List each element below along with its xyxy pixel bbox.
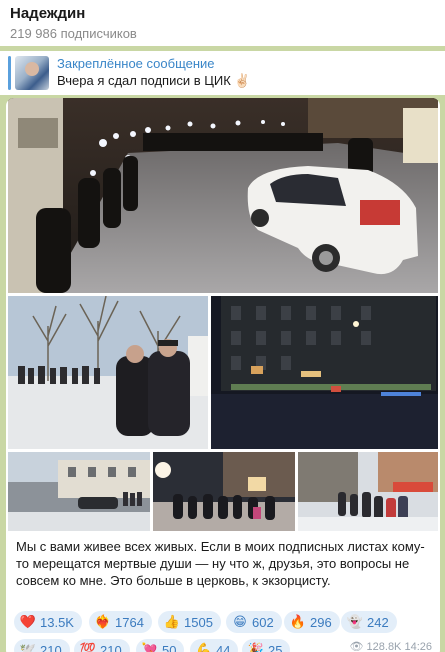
reaction-biceps[interactable]: 💪 44 xyxy=(190,639,239,652)
reaction-fire[interactable]: 🔥 296 xyxy=(284,611,340,633)
hundred-points-icon: 💯 xyxy=(79,642,97,652)
reaction-count: 1505 xyxy=(184,614,213,630)
heart-on-fire-icon: ❤️‍🔥 xyxy=(94,614,112,629)
post-photo-4[interactable] xyxy=(8,452,150,531)
subscriber-count: 219 986 подписчиков xyxy=(10,26,137,41)
post-photo-5[interactable] xyxy=(153,452,295,531)
post-photo-3[interactable] xyxy=(211,296,438,449)
post-meta: 👁 128.8K 14:26 xyxy=(350,640,433,652)
grinning-face-icon: 😁 xyxy=(233,614,247,629)
channel-name: Надеждин xyxy=(10,5,86,22)
reaction-heart-arrow[interactable]: 💘 50 xyxy=(136,639,185,652)
ghost-icon: 👻 xyxy=(346,614,364,629)
pinned-message-bar[interactable]: Закреплённое сообщение Вчера я сдал подп… xyxy=(0,51,445,95)
eye-icon: 👁 xyxy=(349,641,364,652)
reaction-count: 44 xyxy=(216,642,231,652)
view-count: 128.8K xyxy=(366,641,402,652)
reaction-ghost[interactable]: 👻 242 xyxy=(341,611,397,633)
reaction-count: 210 xyxy=(40,642,62,652)
heart-with-arrow-icon: 💘 xyxy=(141,642,159,652)
reaction-dove[interactable]: 🕊️ 210 xyxy=(14,639,70,652)
reaction-count: 13.5K xyxy=(40,614,74,630)
pinned-thumbnail xyxy=(15,56,49,90)
dove-icon: 🕊️ xyxy=(19,642,37,652)
party-popper-icon: 🎉 xyxy=(247,642,265,652)
reaction-count: 25 xyxy=(268,642,283,652)
flexed-biceps-icon: 💪 xyxy=(195,642,213,652)
reaction-count: 50 xyxy=(162,642,177,652)
post-photo-6[interactable] xyxy=(298,452,438,531)
reaction-count: 1764 xyxy=(115,614,144,630)
reaction-count: 210 xyxy=(100,642,122,652)
post-photo-2[interactable] xyxy=(8,296,208,449)
fire-icon: 🔥 xyxy=(289,614,307,629)
reaction-heart[interactable]: ❤️ 13.5K xyxy=(14,611,82,633)
reaction-heart-on-fire[interactable]: ❤️‍🔥 1764 xyxy=(89,611,152,633)
reaction-grinning[interactable]: 😁 602 xyxy=(226,611,282,633)
post-photo-1[interactable] xyxy=(8,98,438,293)
reaction-count: 602 xyxy=(252,614,274,630)
heart-icon: ❤️ xyxy=(19,614,37,629)
channel-header[interactable]: Надеждин 219 986 подписчиков xyxy=(0,0,445,46)
pinned-title: Закреплённое сообщение xyxy=(57,56,215,71)
pinned-indicator xyxy=(8,56,11,90)
pinned-text: Вчера я сдал подписи в ЦИК ✌🏻 xyxy=(57,73,251,88)
reaction-count: 296 xyxy=(310,614,332,630)
post-caption: Мы с вами живее всех живых. Если в моих … xyxy=(16,539,425,588)
reaction-party[interactable]: 🎉 25 xyxy=(242,639,291,652)
thumbs-up-icon: 👍 xyxy=(163,614,181,629)
post-time: 14:26 xyxy=(404,641,432,652)
reaction-thumbs-up[interactable]: 👍 1505 xyxy=(158,611,221,633)
reaction-count: 242 xyxy=(367,614,389,630)
reaction-hundred[interactable]: 💯 210 xyxy=(74,639,130,652)
channel-post: Мы с вами живее всех живых. Если в моих … xyxy=(6,98,440,652)
